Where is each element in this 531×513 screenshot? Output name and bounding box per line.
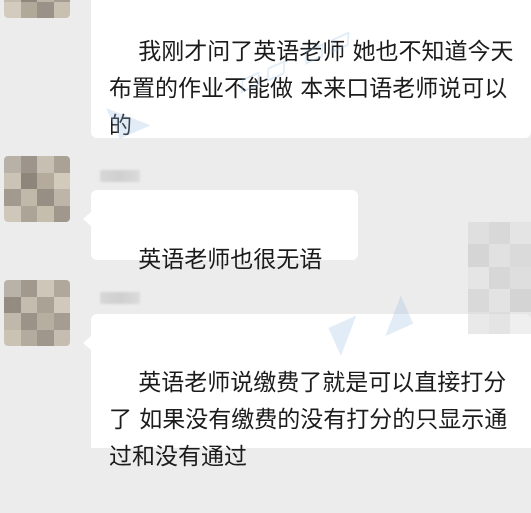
sender-name-blurred: [100, 292, 140, 304]
message-text: 我刚才问了英语老师 她也不知道今天布置的作业不能做 本来口语老师说可以的: [109, 39, 514, 139]
message-text: 英语老师说缴费了就是可以直接打分了 如果没有缴费的没有打分的只显示通过和没有通过: [109, 370, 508, 470]
message-text: 英语老师也很无语: [138, 247, 323, 273]
avatar[interactable]: [4, 0, 70, 18]
avatar[interactable]: [4, 156, 70, 222]
sender-name-blurred: [100, 170, 140, 182]
message-bubble[interactable]: 英语老师也很无语: [83, 190, 358, 273]
message-bubble[interactable]: 英语老师说缴费了就是可以直接打分了 如果没有缴费的没有打分的只显示通过和没有通过: [83, 314, 531, 470]
mosaic-blur: [468, 222, 531, 334]
avatar[interactable]: [4, 280, 70, 346]
message-bubble[interactable]: 我刚才问了英语老师 她也不知道今天布置的作业不能做 本来口语老师说可以的: [91, 0, 531, 139]
chat-conversation: 我刚才问了英语老师 她也不知道今天布置的作业不能做 本来口语老师说可以的 英语老…: [0, 0, 531, 470]
